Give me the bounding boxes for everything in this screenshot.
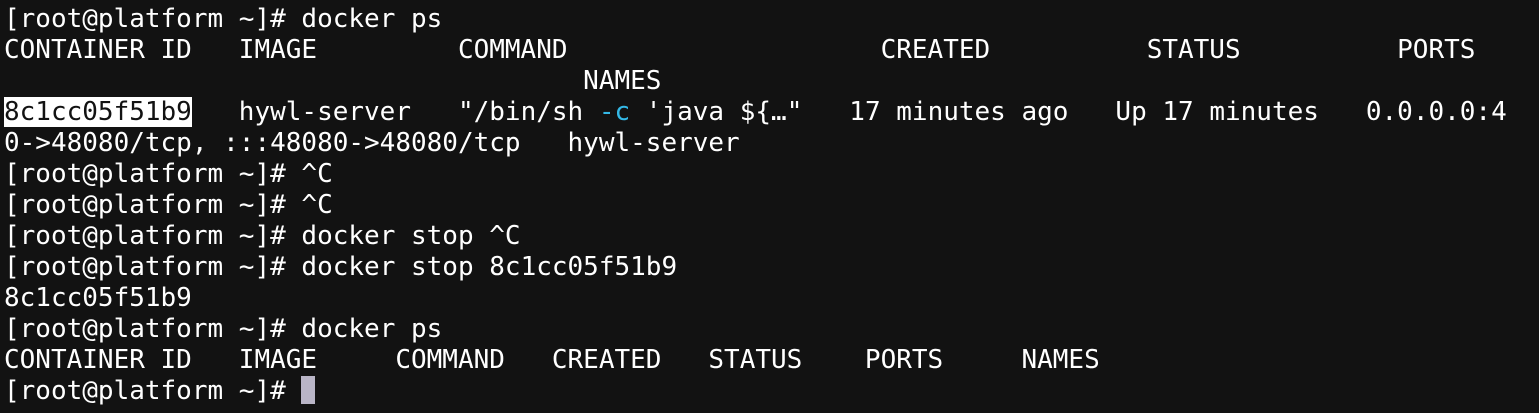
command-text: docker stop ^C [301, 221, 521, 251]
terminal-line: [root@platform ~]# docker stop 8c1cc05f5… [4, 252, 1539, 283]
terminal-line: [root@platform ~]# docker stop ^C [4, 221, 1539, 252]
shell-prompt: [root@platform ~]# [4, 190, 302, 220]
terminal-line: [root@platform ~]# ^C [4, 159, 1539, 190]
shell-prompt: [root@platform ~]# [4, 252, 302, 282]
container-row: 8c1cc05f51b9 hywl-server "/bin/sh -c 'ja… [4, 97, 1539, 128]
shell-prompt: [root@platform ~]# [4, 4, 302, 34]
container-row-text: 'java ${…" 17 minutes ago Up 17 minutes … [630, 97, 1507, 127]
docker-ps-header: CONTAINER ID IMAGE COMMAND CREATED STATU… [4, 35, 1476, 65]
terminal-line: [root@platform ~]# docker ps [4, 4, 1539, 35]
docker-ps-header-empty: CONTAINER ID IMAGE COMMAND CREATED STATU… [4, 345, 1100, 375]
shell-prompt: [root@platform ~]# [4, 376, 302, 406]
command-text: docker ps [301, 314, 443, 344]
command-text: docker stop 8c1cc05f51b9 [301, 252, 678, 282]
active-input-line[interactable]: [root@platform ~]# [4, 376, 1539, 407]
docker-ps-header-names: NAMES [4, 66, 662, 96]
selected-container-id[interactable]: 8c1cc05f51b9 [4, 97, 192, 127]
terminal-line: [root@platform ~]# docker ps [4, 314, 1539, 345]
command-text: docker ps [301, 4, 443, 34]
terminal-line: [root@platform ~]# ^C [4, 190, 1539, 221]
container-row-wrap: 0->48080/tcp, :::48080->48080/tcp hywl-s… [4, 128, 740, 158]
text-cursor [301, 376, 316, 404]
command-flag: -c [598, 97, 631, 127]
shell-prompt: [root@platform ~]# [4, 159, 302, 189]
terminal-window[interactable]: [root@platform ~]# docker ps CONTAINER I… [0, 0, 1539, 413]
shell-prompt: [root@platform ~]# [4, 314, 302, 344]
command-text: ^C [301, 159, 333, 189]
command-output: 8c1cc05f51b9 [4, 283, 192, 313]
command-text: ^C [301, 190, 333, 220]
container-row-text: hywl-server "/bin/sh [191, 97, 599, 127]
shell-prompt: [root@platform ~]# [4, 221, 302, 251]
